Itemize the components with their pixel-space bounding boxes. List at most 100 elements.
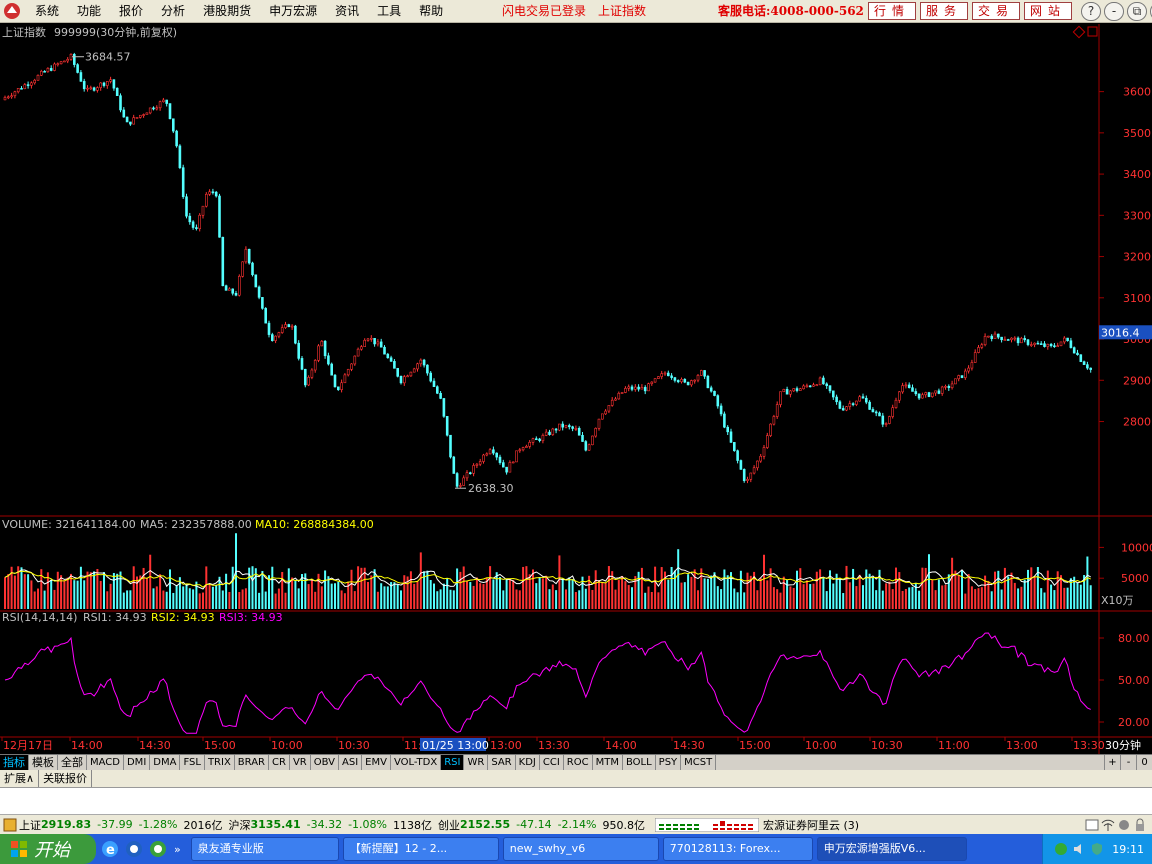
volume-bar [126,590,129,609]
tab-dmi[interactable]: DMI [124,755,151,770]
period-label[interactable]: 30分钟 [1105,738,1141,752]
menu-analysis[interactable]: 分析 [152,0,194,22]
volume-bar [825,591,828,609]
tab-sar[interactable]: SAR [488,755,516,770]
candle-body [904,384,908,387]
task-swhy-enhanced[interactable]: 申万宏源增强版V6... [816,837,967,861]
menu-function[interactable]: 功能 [68,0,110,22]
browser-icon[interactable] [124,839,144,859]
volume-icon[interactable] [1072,842,1086,856]
tab-indicator[interactable]: 指标 [0,755,29,770]
candle-body [911,387,914,392]
last-price-label: 3016.4 [1101,326,1140,339]
network-icon[interactable] [1054,842,1068,856]
tab-controls: + - 0 [1104,755,1152,770]
menu-system[interactable]: 系统 [26,0,68,22]
tab-roc[interactable]: ROC [564,755,593,770]
signal-icon[interactable] [1100,817,1116,833]
tab-expand[interactable]: 扩展∧ [0,770,40,787]
volume-bar [73,580,76,609]
app-logo-icon [4,3,20,19]
candle-body [26,84,30,86]
minimize-icon[interactable]: - [1104,2,1124,21]
candle-body [238,276,241,296]
tab-rsi[interactable]: RSI [441,755,465,770]
candle-body [115,87,119,97]
tab-related-quotes[interactable]: 关联报价 [39,770,93,787]
start-button[interactable]: 开始 [0,834,96,864]
menu-tools[interactable]: 工具 [368,0,410,22]
help-icon[interactable]: ? [1081,2,1101,21]
menu-quote[interactable]: 报价 [110,0,152,22]
task-new-swhy[interactable]: new_swhy_v6 [502,837,659,861]
tab-fsl[interactable]: FSL [180,755,205,770]
tab-psy[interactable]: PSY [656,755,682,770]
menu-help[interactable]: 帮助 [410,0,452,22]
tab-cr[interactable]: CR [269,755,290,770]
menu-news[interactable]: 资讯 [326,0,368,22]
candle-body [541,435,545,442]
tab-reset-button[interactable]: 0 [1136,755,1152,770]
lock-icon[interactable] [1132,817,1148,833]
tab-remove-button[interactable]: - [1120,755,1136,770]
broker-server[interactable]: 宏源证券阿里云 (3) [763,817,859,833]
ie-icon[interactable]: e [100,839,120,859]
tab-add-button[interactable]: + [1104,755,1120,770]
volume-bar [370,575,373,609]
note-icon[interactable] [1084,817,1100,833]
tab-vol-tdx[interactable]: VOL-TDX [391,755,442,770]
tab-all[interactable]: 全部 [58,755,87,770]
candle-body [901,385,904,393]
candle-body [106,81,109,86]
menu-hk-futures[interactable]: 港股期货 [194,0,260,22]
task-new-reminder[interactable]: 【新提醒】12 - 2... [342,837,499,861]
tab-boll[interactable]: BOLL [623,755,656,770]
tab-brar[interactable]: BRAR [235,755,269,770]
tab-cci[interactable]: CCI [540,755,564,770]
volume-bar [472,585,475,609]
tab-vr[interactable]: VR [290,755,311,770]
tools-icon[interactable] [1116,817,1132,833]
quicklaunch-more-icon[interactable]: » [174,843,181,856]
start-label: 开始 [34,840,70,861]
security-shield-icon[interactable] [1090,842,1104,856]
candle-body [917,393,921,399]
tab-mtm[interactable]: MTM [593,755,623,770]
high-price-label: 3684.57 [85,51,131,64]
volume-bar [944,584,947,609]
chrome-icon[interactable] [148,839,168,859]
trade-button[interactable]: 交易 [972,2,1020,20]
volume-bar [743,592,746,609]
tab-trix[interactable]: TRIX [205,755,235,770]
cy-name[interactable]: 创业 [438,817,460,833]
tab-kdj[interactable]: KDJ [516,755,540,770]
current-index-status[interactable]: 上证指数 [598,0,646,22]
tab-mcst[interactable]: MCST [681,755,717,770]
tab-asi[interactable]: ASI [339,755,363,770]
tab-obv[interactable]: OBV [311,755,339,770]
flash-trade-status[interactable]: 闪电交易已登录 [502,0,586,22]
task-forex[interactable]: 770128113: Forex... [662,837,813,861]
price-tick-label: 2800 [1123,416,1151,429]
tab-macd[interactable]: MACD [87,755,124,770]
menu-swhy[interactable]: 申万宏源 [260,0,326,22]
rsi-tick-label: 20.00 [1118,716,1150,729]
website-button[interactable]: 网站 [1024,2,1072,20]
candle-body [878,412,881,417]
restore-icon[interactable]: ⧉ [1127,2,1147,21]
tab-dma[interactable]: DMA [150,755,181,770]
tab-template[interactable]: 模板 [29,755,58,770]
chart-svg[interactable]: 上证指数 999999(30分钟,前复权) 3600 3500 3400 3300 32… [0,24,1152,754]
hs-name[interactable]: 沪深 [229,817,251,833]
low-price-label: 2638.30 [468,482,514,495]
service-button[interactable]: 服务 [920,2,968,20]
market-button[interactable]: 行情 [868,2,916,20]
time-cursor-label: 01/25 13:00 [422,739,489,752]
candle-body [442,398,446,417]
tab-emv[interactable]: EMV [362,755,391,770]
candle-body [828,385,832,392]
sh-name[interactable]: 上证 [19,817,41,833]
task-quanyoutong[interactable]: 泉友通专业版 [190,837,339,861]
chart-area[interactable]: 上证指数 999999(30分钟,前复权) 3600 3500 3400 3300 32… [0,24,1152,754]
tab-wr[interactable]: WR [464,755,489,770]
